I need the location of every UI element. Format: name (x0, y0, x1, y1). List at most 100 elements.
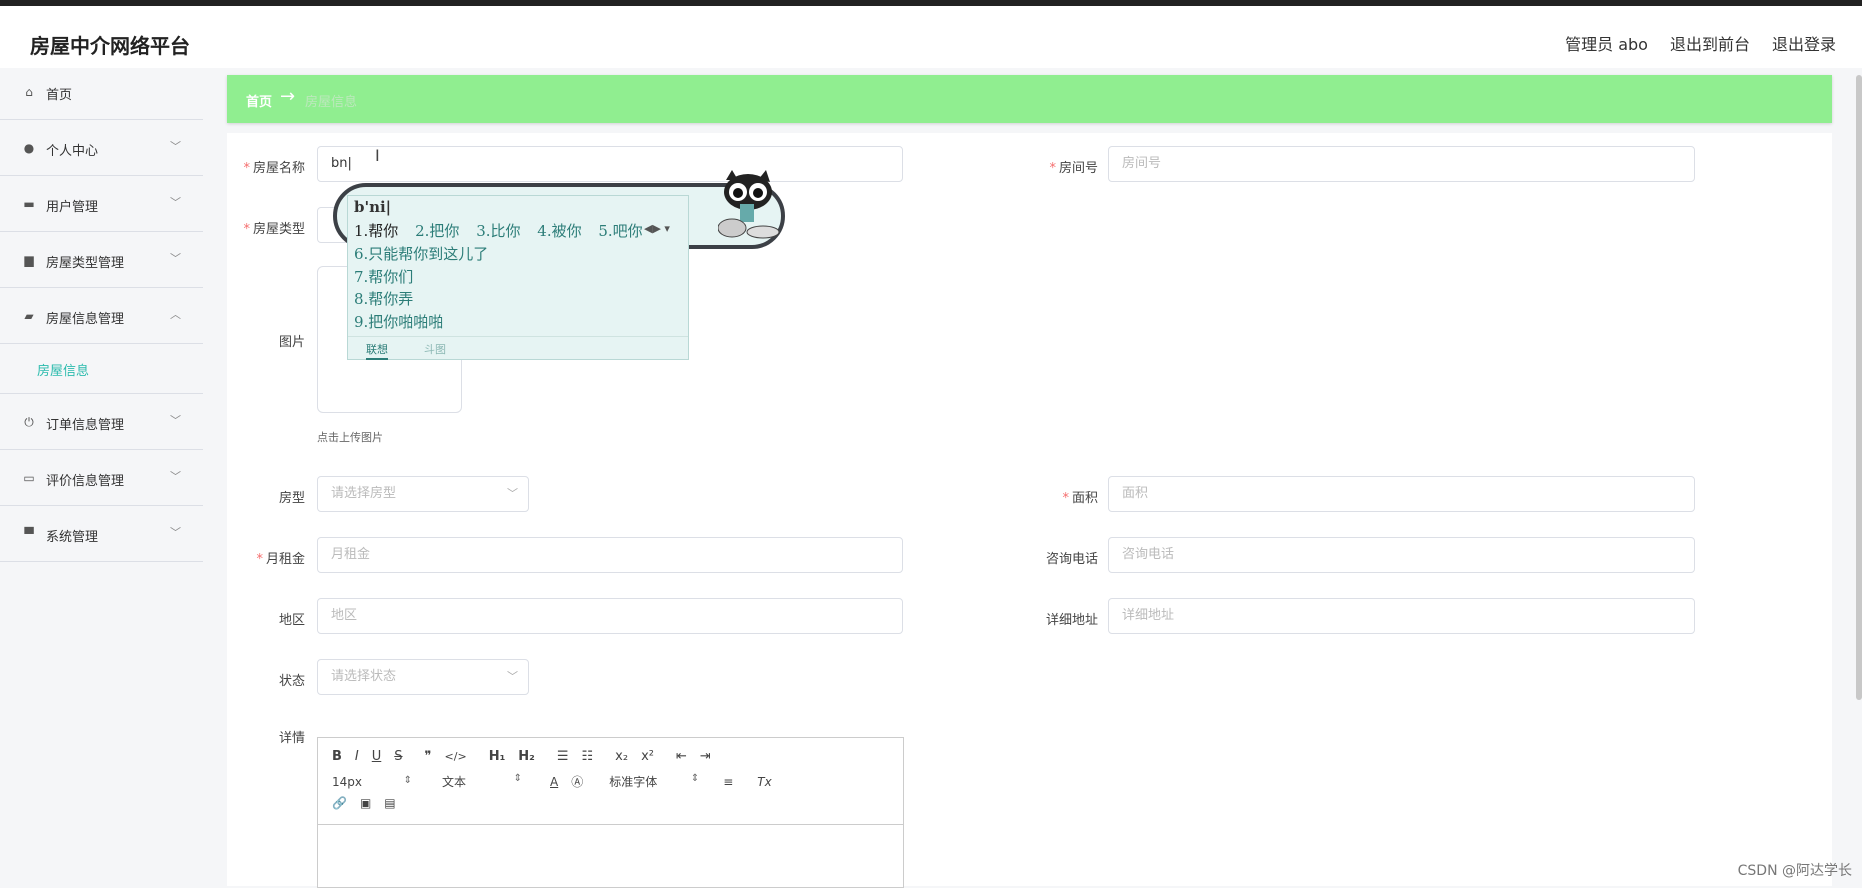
phone-input[interactable]: 咨询电话 (1108, 537, 1695, 573)
sidebar-item-label: 系统管理 (46, 530, 99, 545)
ime-tab-meme[interactable]: 斗图 (424, 341, 446, 357)
status-select[interactable]: 请选择状态 ﹀ (317, 659, 529, 695)
heading2-button[interactable]: H₂ (518, 749, 535, 764)
rent-label: * 月租金 (256, 552, 305, 567)
align-button[interactable]: ≡ (723, 775, 733, 789)
ime-candidate[interactable]: 1.帮你 (354, 222, 398, 240)
ime-candidate[interactable]: 3.比你 (476, 222, 520, 240)
breadcrumb-arrow-icon: → (280, 86, 296, 107)
chevron-down-icon: ﹀ (170, 252, 181, 265)
watermark: CSDN @阿达学长 (1737, 863, 1852, 879)
ime-tab-assoc[interactable]: 联想 (366, 341, 388, 360)
rich-text-editor: B I U S ❞ </> H₁ H₂ ☰ ☷ x₂ x² ⇤ ⇥ 14px ⇕ … (317, 737, 904, 888)
sidebar-item-orders[interactable]: ⏻ 订单信息管理 ﹀ (0, 394, 203, 450)
sidebar-subitem-label: 房屋信息 (37, 364, 90, 379)
editor-toolbar-row-3: 🔗 ▣ ▤ (332, 796, 409, 810)
ime-candidate[interactable]: 5.吧你 (598, 222, 642, 240)
address-input[interactable]: 详细地址 (1108, 598, 1695, 634)
video-icon[interactable]: ▤ (384, 796, 395, 810)
chevron-down-icon: ﹀ (170, 140, 181, 153)
layout-select[interactable]: 请选择房型 ﹀ (317, 476, 529, 512)
outdent-button[interactable]: ⇤ (676, 749, 687, 764)
sidebar-item-house-info[interactable]: ▰ 房屋信息管理 ︿ (0, 288, 203, 344)
image-icon[interactable]: ▣ (360, 796, 371, 810)
page-scrollbar[interactable] (1856, 75, 1862, 700)
text-cursor-icon: I (375, 146, 380, 165)
house-name-input[interactable]: bn| (317, 146, 903, 182)
sidebar-item-label: 房屋信息管理 (46, 312, 125, 327)
sidebar-item-label: 首页 (46, 88, 73, 103)
sidebar-subitem-house-info[interactable]: 房屋信息 (0, 344, 203, 394)
editor-content-area[interactable] (318, 824, 903, 825)
sidebar-item-users[interactable]: ▬ 用户管理 ﹀ (0, 176, 203, 232)
sidebar-item-reviews[interactable]: ▭ 评价信息管理 ﹀ (0, 450, 203, 506)
font-color-button[interactable]: A (550, 775, 558, 789)
ime-pinyin: b'ni| (354, 198, 392, 216)
ime-candidate[interactable]: 4.被你 (537, 222, 581, 240)
subscript-button[interactable]: x₂ (615, 749, 628, 764)
editor-toolbar-row-2: 14px ⇕ 文本 ⇕ A Ⓐ 标准字体 ⇕ ≡ Tx (332, 773, 785, 790)
font-family-select[interactable]: 标准字体 ⇕ (609, 773, 699, 790)
sidebar-item-system[interactable]: ▀ 系统管理 ﹀ (0, 506, 203, 562)
sidebar-item-profile[interactable]: ● 个人中心 ﹀ (0, 120, 203, 176)
chevron-down-icon: ﹀ (507, 487, 518, 500)
bold-button[interactable]: B (332, 749, 342, 764)
detail-label: 详情 (278, 731, 305, 746)
link-icon[interactable]: 🔗 (332, 796, 347, 810)
area-input[interactable]: 面积 (1108, 476, 1695, 512)
room-no-input[interactable]: 房间号 (1108, 146, 1695, 182)
region-label: 地区 (278, 613, 305, 628)
ime-candidate[interactable]: 8.帮你弄 (354, 288, 413, 309)
image-label: 图片 (278, 335, 305, 350)
underline-button[interactable]: U (372, 749, 382, 764)
chevron-down-icon: ﹀ (507, 670, 518, 683)
ime-candidate[interactable]: 7.帮你们 (354, 266, 413, 287)
briefcase-icon: ▰ (24, 309, 34, 323)
user-label: 管理员 abo (1565, 35, 1648, 54)
house-type-label: * 房屋类型 (243, 222, 305, 237)
phone-label: 咨询电话 (1045, 552, 1098, 567)
logout-link[interactable]: 退出登录 (1772, 31, 1836, 55)
sidebar-item-label: 用户管理 (46, 200, 99, 215)
home-icon: ⌂ (25, 85, 33, 99)
block-format-select[interactable]: 文本 ⇕ (442, 773, 522, 790)
upload-hint: 点击上传图片 (317, 431, 383, 444)
ime-candidate[interactable]: 2.把你 (415, 222, 459, 240)
ordered-list-button[interactable]: ☰ (557, 749, 569, 764)
ime-candidate-panel: b'ni| 1.帮你 2.把你 3.比你 4.被你 5.吧你 ◀▶ ▾ 6.只能… (347, 195, 689, 360)
frontend-link[interactable]: 退出到前台 (1670, 31, 1750, 55)
editor-toolbar-row-1: B I U S ❞ </> H₁ H₂ ☰ ☷ x₂ x² ⇤ ⇥ (332, 749, 724, 764)
monitor-icon: ▀ (24, 527, 34, 541)
layout-label: 房型 (278, 491, 305, 506)
rent-input[interactable]: 月租金 (317, 537, 903, 573)
code-block-button[interactable]: </> (445, 750, 467, 763)
sidebar-item-home[interactable]: ⌂ 首页 (0, 68, 203, 120)
clear-format-button[interactable]: Tx (757, 775, 771, 789)
app-title: 房屋中介网络平台 (30, 34, 190, 58)
ime-candidate[interactable]: 9.把你啪啪啪 (354, 311, 443, 332)
italic-button[interactable]: I (355, 749, 359, 764)
blockquote-button[interactable]: ❞ (425, 749, 432, 764)
ime-pager[interactable]: ◀▶ ▾ (644, 222, 670, 235)
chevron-down-icon: ﹀ (170, 414, 181, 427)
sidebar-item-label: 房屋类型管理 (46, 256, 125, 271)
breadcrumb-current: 房屋信息 (305, 95, 358, 110)
region-input[interactable]: 地区 (317, 598, 903, 634)
heading1-button[interactable]: H₁ (489, 749, 506, 764)
indent-button[interactable]: ⇥ (700, 749, 711, 764)
background-color-button[interactable]: Ⓐ (571, 773, 583, 790)
chevron-down-icon: ﹀ (170, 196, 181, 209)
header-links: 管理员 abo 退出到前台 退出登录 (1565, 31, 1836, 55)
area-label: * 面积 (1062, 491, 1098, 506)
sidebar-item-house-types[interactable]: ▆ 房屋类型管理 ﹀ (0, 232, 203, 288)
sidebar-item-label: 评价信息管理 (46, 474, 125, 489)
breadcrumb-home[interactable]: 首页 (246, 91, 272, 110)
strike-button[interactable]: S (394, 749, 402, 764)
font-size-select[interactable]: 14px ⇕ (332, 775, 412, 789)
house-name-label: * 房屋名称 (243, 161, 305, 176)
bullet-list-button[interactable]: ☷ (582, 749, 594, 764)
ime-candidate[interactable]: 6.只能帮你到这儿了 (354, 243, 488, 264)
superscript-button[interactable]: x² (641, 749, 654, 764)
power-icon: ⏻ (24, 415, 34, 429)
user-icon: ● (23, 141, 35, 155)
